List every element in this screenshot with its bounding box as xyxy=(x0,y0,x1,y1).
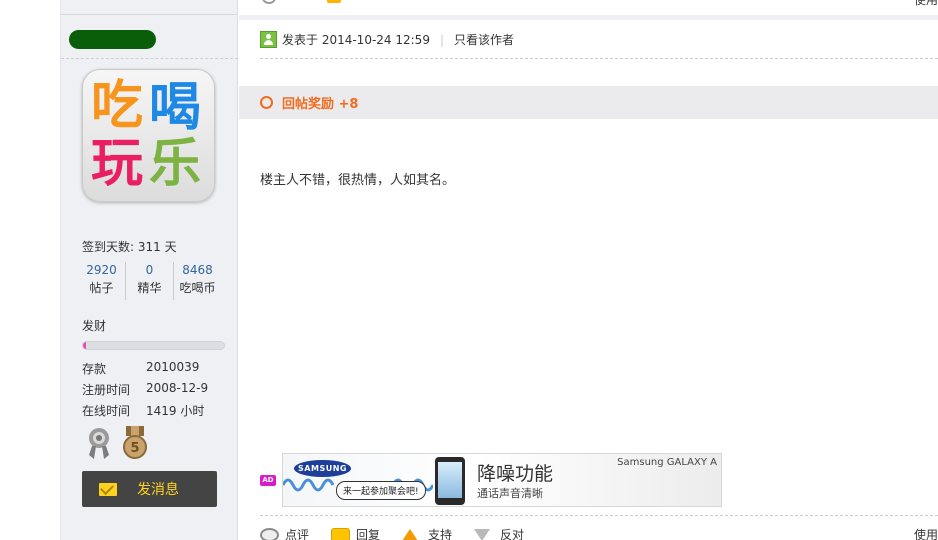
online-user-icon xyxy=(260,31,277,48)
info-row-registered: 注册时间 2008-12-9 xyxy=(82,381,208,398)
previous-post-bottom: 使用 xyxy=(239,0,938,20)
medals: 5 xyxy=(86,426,148,460)
info-value: 1419 小时 xyxy=(146,404,205,418)
svg-text:5: 5 xyxy=(130,441,139,456)
left-gutter xyxy=(0,0,61,540)
author-sidebar: 吃 喝 玩 乐 签到天数: 311 天 2920 帖子 0 精华 8468 吃喝… xyxy=(61,0,238,540)
ad-title: 降噪功能 xyxy=(477,463,554,485)
send-message-button[interactable]: 发消息 xyxy=(82,471,217,507)
post-separator xyxy=(239,15,938,20)
info-value: 2010039 xyxy=(146,360,200,374)
support-action[interactable]: 支持 xyxy=(402,526,452,540)
use-link[interactable]: 使用 xyxy=(914,526,938,540)
level-progress-bar xyxy=(82,341,225,350)
ad-subtitle: 通话声音清晰 xyxy=(477,487,543,500)
reply-reward-bar: 回帖奖励 +8 xyxy=(239,86,938,119)
support-label: 支持 xyxy=(428,528,453,540)
reply-label: 回复 xyxy=(356,528,381,540)
samsung-logo: SAMSUNG xyxy=(294,460,351,477)
award-medal-icon[interactable] xyxy=(86,426,112,460)
medal-5-icon[interactable]: 5 xyxy=(122,426,148,460)
oppose-label: 反对 xyxy=(500,528,525,540)
info-key: 注册时间 xyxy=(82,383,131,397)
envelope-icon xyxy=(99,482,117,496)
stat-posts-label: 帖子 xyxy=(89,281,114,295)
oppose-action[interactable]: 反对 xyxy=(474,526,524,540)
comment-icon[interactable] xyxy=(262,0,276,4)
reply-icon xyxy=(331,527,351,540)
avatar[interactable]: 吃 喝 玩 乐 xyxy=(82,69,215,202)
circle-icon xyxy=(260,96,273,109)
comment-icon xyxy=(260,527,279,540)
reply-reward-text: 回帖奖励 +8 xyxy=(282,97,359,112)
avatar-char-2: 喝 xyxy=(149,78,202,138)
ad-speech-bubble: 来一起参加聚会吧! xyxy=(336,481,426,500)
user-group[interactable]: 发财 xyxy=(82,317,106,334)
author-name-link[interactable] xyxy=(69,30,156,49)
stat-coins: 8468 吃喝币 xyxy=(173,262,221,300)
sidebar-top-divider xyxy=(61,14,238,15)
sign-in-days: 签到天数: 311 天 xyxy=(82,240,177,254)
send-message-label: 发消息 xyxy=(137,482,179,498)
phone-screen xyxy=(438,462,462,498)
use-link-top[interactable]: 使用 xyxy=(914,0,938,8)
actions-divider xyxy=(260,515,938,516)
stat-digest: 0 精华 xyxy=(125,262,173,300)
avatar-char-4: 乐 xyxy=(149,134,202,194)
comment-label: 点评 xyxy=(285,528,310,540)
meta-separator: | xyxy=(439,32,444,47)
comment-action[interactable]: 点评 xyxy=(260,526,309,540)
forum-post-page: 吃 喝 玩 乐 签到天数: 311 天 2920 帖子 0 精华 8468 吃喝… xyxy=(0,0,938,540)
phone-image xyxy=(435,457,465,505)
stat-coins-value[interactable]: 8468 xyxy=(174,262,221,279)
ad-banner[interactable]: SAMSUNG 来一起参加聚会吧! 降噪功能 通话声音清晰 Samsung GA… xyxy=(282,453,722,507)
level-progress-fill xyxy=(83,342,86,349)
thumbs-up-icon xyxy=(402,528,419,540)
avatar-char-3: 玩 xyxy=(91,134,144,194)
stat-posts: 2920 帖子 xyxy=(78,262,125,300)
thumbs-down-icon xyxy=(474,528,491,540)
post-meta: 发表于 2014-10-24 12:59 | 只看该作者 xyxy=(260,31,514,48)
ad-tag: AD xyxy=(260,475,276,486)
info-key: 在线时间 xyxy=(82,404,131,418)
posted-at: 发表于 2014-10-24 12:59 xyxy=(282,33,430,47)
info-value: 2008-12-9 xyxy=(146,381,209,395)
info-key: 存款 xyxy=(82,362,107,376)
reply-icon[interactable] xyxy=(327,0,341,3)
stat-digest-label: 精华 xyxy=(137,281,162,295)
avatar-char-1: 吃 xyxy=(91,76,144,136)
post-actions: 点评 回复 支持 反对 xyxy=(260,526,546,540)
only-author-link[interactable]: 只看该作者 xyxy=(454,31,514,48)
sidebar-divider xyxy=(61,58,238,59)
stat-coins-label: 吃喝币 xyxy=(179,281,216,295)
post-main: 使用 发表于 2014-10-24 12:59 | 只看该作者 回帖奖励 +8 … xyxy=(239,0,938,540)
stat-posts-value[interactable]: 2920 xyxy=(78,262,125,279)
post-body: 楼主人不错，很热情，人如其名。 xyxy=(260,173,456,188)
info-row-deposit: 存款 2010039 xyxy=(82,360,199,377)
ad-brand: Samsung GALAXY A xyxy=(617,457,717,468)
meta-divider xyxy=(260,58,938,59)
author-stats: 2920 帖子 0 精华 8468 吃喝币 xyxy=(78,262,221,300)
info-row-online-time: 在线时间 1419 小时 xyxy=(82,402,204,419)
reply-action[interactable]: 回复 xyxy=(331,526,380,540)
stat-digest-value[interactable]: 0 xyxy=(126,262,173,279)
